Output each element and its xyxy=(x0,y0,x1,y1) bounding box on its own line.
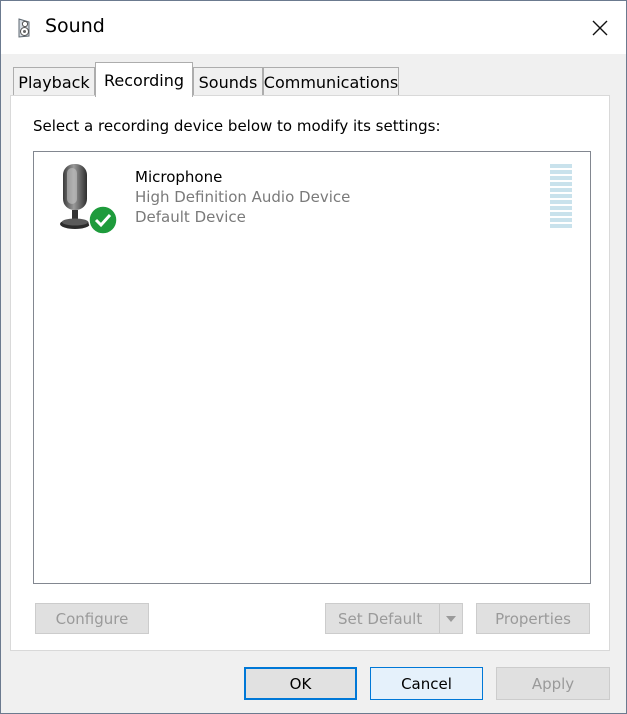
close-button[interactable] xyxy=(574,1,626,54)
set-default-button-label: Set Default xyxy=(338,609,423,628)
window-title: Sound xyxy=(45,15,105,37)
tab-playback[interactable]: Playback xyxy=(13,67,95,96)
level-bar xyxy=(550,182,572,186)
device-item-microphone[interactable]: Microphone High Definition Audio Device … xyxy=(34,152,590,242)
close-icon xyxy=(592,20,608,35)
level-bar xyxy=(550,194,572,198)
level-bar xyxy=(550,188,572,192)
configure-button-label: Configure xyxy=(55,609,129,628)
level-bar xyxy=(550,224,572,228)
apply-button-label: Apply xyxy=(531,674,575,693)
properties-button[interactable]: Properties xyxy=(476,603,590,634)
tab-playback-label: Playback xyxy=(18,72,90,92)
level-bar xyxy=(550,200,572,204)
input-level-meter xyxy=(550,164,572,228)
tab-communications[interactable]: Communications xyxy=(263,67,399,96)
level-bar xyxy=(550,170,572,174)
device-status: Default Device xyxy=(135,208,246,226)
device-description: High Definition Audio Device xyxy=(135,188,351,206)
tab-sounds[interactable]: Sounds xyxy=(193,67,263,96)
check-icon xyxy=(88,205,118,235)
set-default-dropdown[interactable] xyxy=(439,604,462,633)
apply-button[interactable]: Apply xyxy=(496,667,610,700)
device-name: Microphone xyxy=(135,168,223,186)
speaker-icon xyxy=(18,18,30,38)
set-default-button[interactable]: Set Default xyxy=(325,603,463,634)
tab-recording[interactable]: Recording xyxy=(95,62,193,97)
cancel-button[interactable]: Cancel xyxy=(370,667,483,700)
cancel-button-label: Cancel xyxy=(401,674,452,693)
tab-recording-label: Recording xyxy=(103,70,185,90)
level-bar xyxy=(550,218,572,222)
level-bar xyxy=(550,164,572,168)
chevron-down-icon xyxy=(446,615,456,622)
level-bar xyxy=(550,176,572,180)
configure-button[interactable]: Configure xyxy=(35,603,149,634)
sound-dialog: Sound Playback Recording Sounds Communic… xyxy=(0,0,627,714)
tab-communications-label: Communications xyxy=(263,72,399,92)
ok-button[interactable]: OK xyxy=(244,667,357,700)
instruction-text: Select a recording device below to modif… xyxy=(33,117,441,135)
recording-panel: Select a recording device below to modif… xyxy=(10,95,610,651)
level-bar xyxy=(550,212,572,216)
device-list[interactable]: Microphone High Definition Audio Device … xyxy=(33,151,591,584)
ok-button-label: OK xyxy=(289,674,312,693)
title-bar[interactable]: Sound xyxy=(1,1,626,54)
properties-button-label: Properties xyxy=(495,609,571,628)
tab-sounds-label: Sounds xyxy=(198,72,258,92)
level-bar xyxy=(550,206,572,210)
